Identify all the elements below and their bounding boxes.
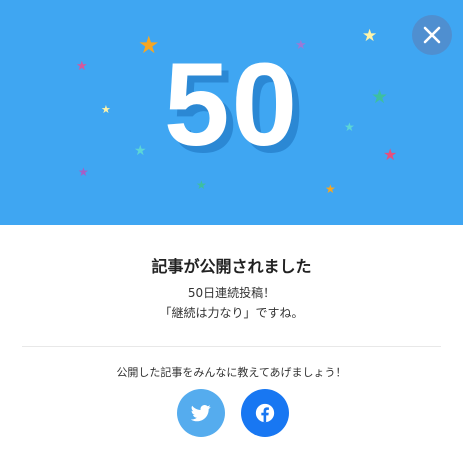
star-icon: ★ — [78, 165, 89, 179]
celebration-banner: ★ ★ ★ ★ ★ ★ ★ ★ ★ ★ ★ ★ 50 — [0, 0, 463, 225]
close-icon — [423, 26, 441, 44]
twitter-icon — [191, 405, 211, 422]
star-icon: ★ — [196, 178, 207, 192]
milestone-number: 50 — [163, 39, 300, 171]
share-prompt: 公開した記事をみんなに教えてあげましょう！ — [116, 366, 347, 379]
star-icon: ★ — [362, 26, 378, 46]
facebook-share-button[interactable] — [241, 389, 289, 437]
message-line-2: 「継続は力なり」ですね。 — [159, 306, 304, 320]
star-icon: ★ — [325, 182, 336, 196]
modal-title: 記事が公開されました — [151, 257, 312, 276]
divider — [22, 346, 441, 347]
message-line-1: 50日連続投稿！ — [187, 286, 276, 300]
publish-success-modal: ★ ★ ★ ★ ★ ★ ★ ★ ★ ★ ★ ★ 50 記事が公開されました 50… — [0, 0, 463, 454]
close-button[interactable] — [412, 15, 452, 55]
congratulation-message: 50日連続投稿！ 「継続は力なり」ですね。 — [0, 283, 463, 323]
twitter-share-button[interactable] — [177, 389, 225, 437]
facebook-icon — [255, 403, 275, 423]
